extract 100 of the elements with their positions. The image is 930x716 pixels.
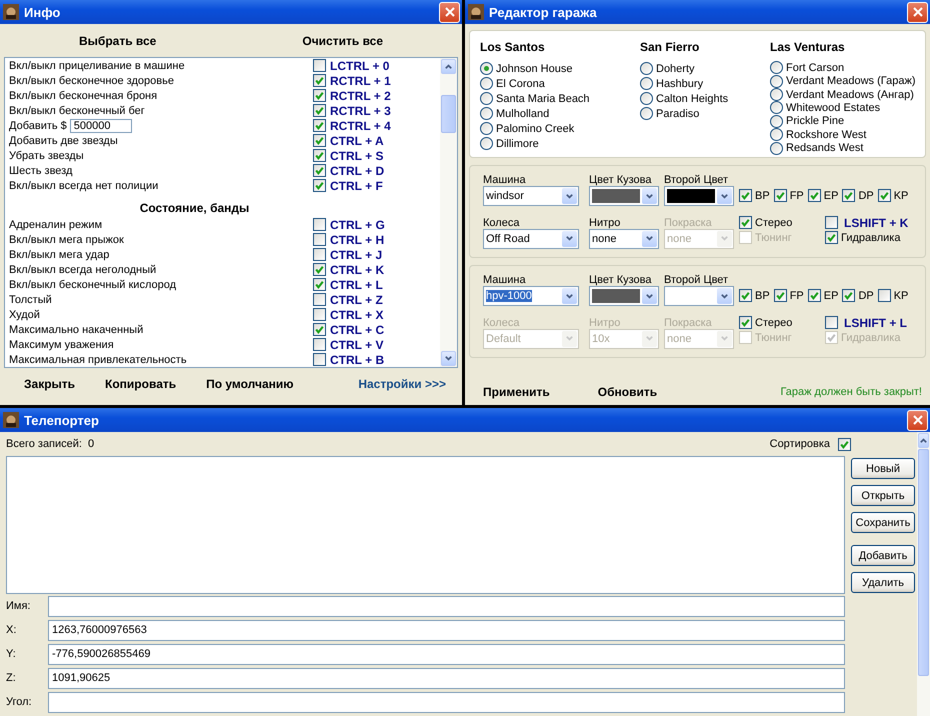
flag-checkbox[interactable]: BP bbox=[739, 189, 770, 202]
garage-radio[interactable]: Fort Carson bbox=[770, 61, 916, 74]
field-label: Угол: bbox=[6, 696, 33, 708]
checkbox[interactable] bbox=[313, 134, 326, 147]
flag-checkbox[interactable]: KP bbox=[878, 289, 908, 302]
checkbox[interactable] bbox=[313, 119, 326, 132]
checkbox[interactable] bbox=[313, 353, 326, 366]
dropdown[interactable]: Off Road bbox=[483, 228, 579, 248]
checkbox[interactable] bbox=[313, 218, 326, 231]
dropdown[interactable]: none bbox=[589, 228, 659, 248]
scroll-thumb[interactable] bbox=[441, 95, 456, 133]
dropdown[interactable]: hpv-1000 bbox=[483, 286, 579, 306]
checkmark-icon bbox=[808, 290, 820, 301]
settings-link[interactable]: Настройки >>> bbox=[358, 376, 446, 390]
color-dropdown[interactable] bbox=[589, 186, 659, 206]
scroll-down-button[interactable] bbox=[441, 351, 456, 366]
scroll-up-button[interactable] bbox=[441, 59, 456, 74]
checkbox[interactable] bbox=[313, 233, 326, 246]
clear-all-button[interactable]: Очистить все bbox=[302, 34, 383, 48]
scrollbar[interactable] bbox=[917, 432, 930, 716]
checkbox[interactable] bbox=[313, 149, 326, 162]
garage-radio[interactable]: Verdant Meadows (Ангар) bbox=[770, 88, 916, 102]
garage-radio[interactable]: Palomino Creek bbox=[480, 121, 640, 136]
checkbox[interactable] bbox=[313, 293, 326, 306]
scroll-up-button[interactable] bbox=[918, 433, 929, 448]
garage-radio[interactable]: Hashbury bbox=[640, 76, 770, 91]
garage-radio[interactable]: Rockshore West bbox=[770, 128, 916, 142]
action-button[interactable]: Открыть bbox=[851, 485, 915, 506]
color-dropdown[interactable] bbox=[589, 286, 659, 306]
checkbox[interactable] bbox=[313, 59, 326, 72]
garage-radio[interactable]: Calton Heights bbox=[640, 91, 770, 106]
select-all-button[interactable]: Выбрать все bbox=[79, 34, 156, 48]
input-field[interactable]: -776,590026855469 bbox=[48, 644, 845, 664]
district-heading: San Fierro bbox=[640, 40, 700, 54]
checkmark-icon bbox=[740, 217, 751, 228]
hotkey-checkbox[interactable]: LSHIFT + K bbox=[825, 215, 908, 230]
input-field[interactable]: 1263,76000976563 bbox=[48, 620, 845, 640]
color-dropdown[interactable] bbox=[664, 186, 734, 206]
flag-checkbox[interactable]: EP bbox=[808, 289, 838, 302]
checkbox[interactable] bbox=[313, 104, 326, 117]
cheat-label: Худой bbox=[9, 308, 40, 320]
input-field[interactable]: 1091,90625 bbox=[48, 668, 845, 688]
checkbox[interactable] bbox=[313, 323, 326, 336]
flag-checkbox[interactable]: FP bbox=[774, 189, 804, 202]
garage-radio[interactable]: Doherty bbox=[640, 61, 770, 76]
checkbox[interactable] bbox=[313, 248, 326, 261]
hotkey-label: RCTRL + 4 bbox=[330, 118, 392, 132]
garage-radio[interactable]: Whitewood Estates bbox=[770, 101, 916, 115]
garage-radio[interactable]: El Corona bbox=[480, 76, 640, 91]
checkbox[interactable] bbox=[313, 263, 326, 276]
flag-checkbox[interactable]: EP bbox=[808, 189, 838, 202]
flag-checkbox[interactable]: DP bbox=[842, 289, 874, 302]
dropdown[interactable]: windsor bbox=[483, 186, 579, 206]
checkbox[interactable] bbox=[313, 179, 326, 192]
checkbox[interactable] bbox=[313, 278, 326, 291]
flag-checkbox[interactable]: FP bbox=[774, 289, 804, 302]
sort-checkbox[interactable]: Сортировка bbox=[770, 438, 851, 450]
input-field[interactable] bbox=[48, 596, 845, 616]
action-button[interactable]: Добавить bbox=[851, 545, 915, 566]
footer-button[interactable]: По умолчанию bbox=[206, 376, 294, 390]
close-button[interactable] bbox=[907, 410, 928, 430]
garage-radio[interactable]: Redsands West bbox=[770, 142, 916, 155]
money-input[interactable]: 500000 bbox=[70, 118, 132, 132]
garage-radio[interactable]: Prickle Pine bbox=[770, 114, 916, 128]
checkbox[interactable] bbox=[313, 74, 326, 87]
option-checkbox[interactable]: Стерео bbox=[739, 315, 825, 330]
action-button[interactable]: Новый bbox=[851, 458, 915, 479]
close-button[interactable] bbox=[439, 2, 460, 22]
checkbox[interactable] bbox=[313, 89, 326, 102]
action-button[interactable]: Удалить bbox=[851, 572, 915, 593]
scrollbar[interactable] bbox=[440, 58, 457, 367]
close-button[interactable] bbox=[907, 2, 928, 22]
color-dropdown[interactable] bbox=[664, 286, 734, 306]
action-button[interactable]: Сохранить bbox=[851, 512, 915, 533]
hotkey-label: CTRL + V bbox=[330, 338, 384, 352]
garage-radio[interactable]: Johnson House bbox=[480, 61, 640, 76]
checkbox[interactable] bbox=[313, 164, 326, 177]
footer-button[interactable]: Применить bbox=[483, 385, 550, 399]
garage-radio[interactable]: Santa Maria Beach bbox=[480, 91, 640, 106]
hotkey-checkbox[interactable]: LSHIFT + L bbox=[825, 315, 908, 330]
footer-button[interactable]: Закрыть bbox=[24, 376, 76, 390]
hotkey-label: CTRL + L bbox=[330, 278, 384, 292]
option-checkbox[interactable]: Стерео bbox=[739, 215, 825, 230]
footer-button[interactable]: Копировать bbox=[105, 376, 176, 390]
checkbox[interactable] bbox=[313, 308, 326, 321]
option-checkbox[interactable]: Гидравлика bbox=[825, 230, 908, 245]
garage-radio[interactable]: Paradiso bbox=[640, 106, 770, 121]
footer-button[interactable]: Обновить bbox=[598, 385, 658, 399]
field-label: Колеса bbox=[483, 216, 520, 228]
scroll-thumb[interactable] bbox=[918, 449, 929, 676]
flag-checkbox[interactable]: KP bbox=[878, 189, 908, 202]
flag-checkbox[interactable]: BP bbox=[739, 289, 770, 302]
flag-checkbox[interactable]: DP bbox=[842, 189, 874, 202]
checkbox[interactable] bbox=[313, 338, 326, 351]
garage-radio[interactable]: Verdant Meadows (Гараж) bbox=[770, 74, 916, 88]
garage-radio[interactable]: Dillimore bbox=[480, 136, 640, 151]
cheat-label: Вкл/выкл бесконечный кислород bbox=[9, 278, 176, 290]
garage-radio[interactable]: Mulholland bbox=[480, 106, 640, 121]
input-field[interactable] bbox=[48, 692, 845, 712]
field-label: Колеса bbox=[483, 316, 520, 328]
